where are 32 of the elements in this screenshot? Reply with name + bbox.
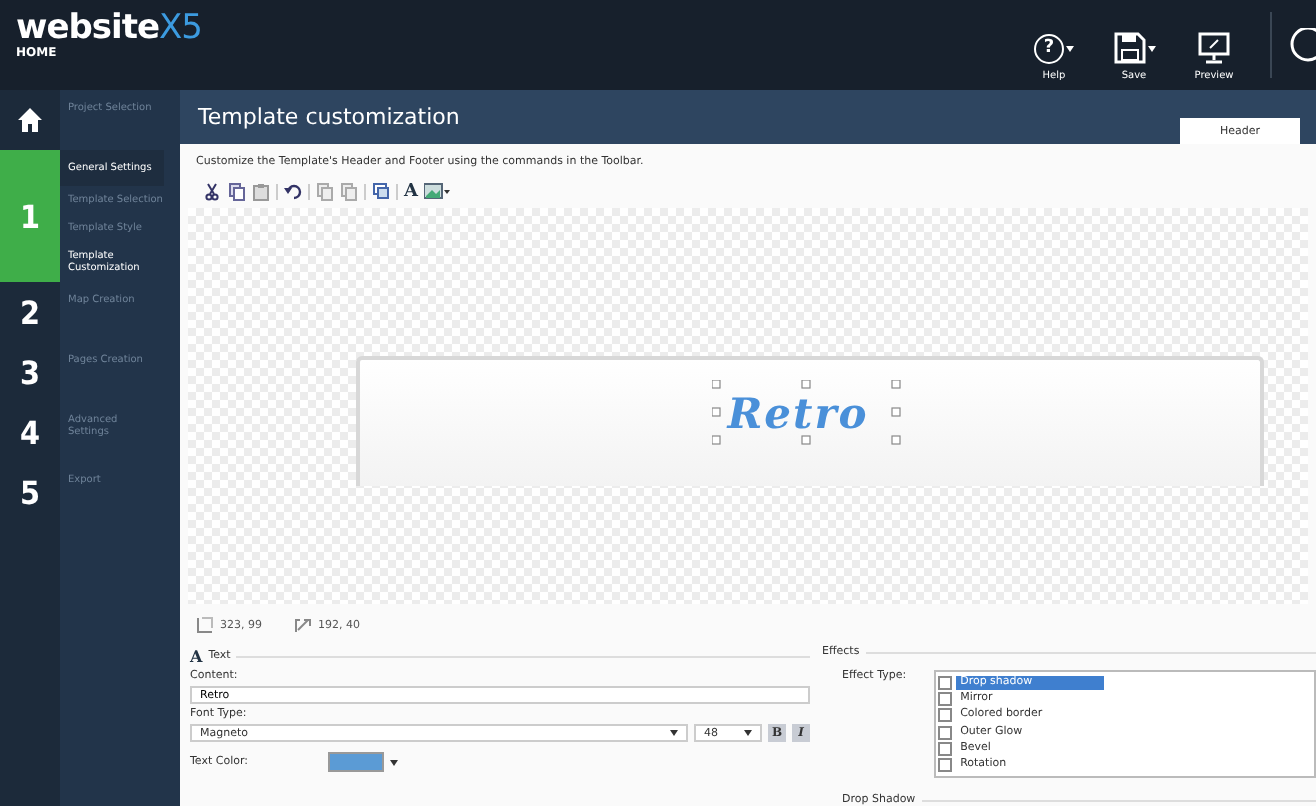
- color-picker[interactable]: [328, 752, 398, 772]
- page-title: Template customization: [196, 104, 460, 130]
- checkbox[interactable]: [938, 675, 953, 690]
- checkbox[interactable]: [938, 725, 953, 740]
- step-number: 3: [0, 342, 60, 402]
- home-icon[interactable]: [18, 108, 42, 132]
- text-icon: A: [190, 646, 203, 666]
- step-number: 2: [0, 282, 60, 342]
- step-number: 1: [0, 150, 60, 282]
- layers-icon[interactable]: [372, 182, 390, 202]
- scissors-icon[interactable]: [204, 182, 222, 202]
- checkbox[interactable]: [938, 708, 953, 723]
- caret-icon: [390, 759, 398, 765]
- copy-icon[interactable]: [228, 182, 246, 202]
- checkbox[interactable]: [938, 691, 953, 706]
- help-icon: ?: [1034, 34, 1064, 64]
- image-tool-icon[interactable]: [423, 182, 450, 202]
- app-logo: websiteX5: [16, 10, 204, 46]
- text-tool-button[interactable]: A: [404, 182, 418, 202]
- step-number: 5: [0, 462, 60, 522]
- color-swatch[interactable]: [328, 752, 384, 772]
- monitor-icon: [1198, 32, 1230, 64]
- resize-icon: [196, 616, 214, 634]
- selection-handles-drawing[interactable]: [711, 380, 904, 448]
- clipboard-icon[interactable]: [252, 182, 270, 202]
- undo-icon[interactable]: [284, 182, 302, 202]
- caret-icon: [670, 730, 678, 736]
- checkbox[interactable]: [938, 741, 953, 756]
- caret-icon: [744, 730, 752, 736]
- position-icon: [294, 616, 312, 634]
- checkbox[interactable]: [938, 758, 953, 773]
- step-number: 4: [0, 402, 60, 462]
